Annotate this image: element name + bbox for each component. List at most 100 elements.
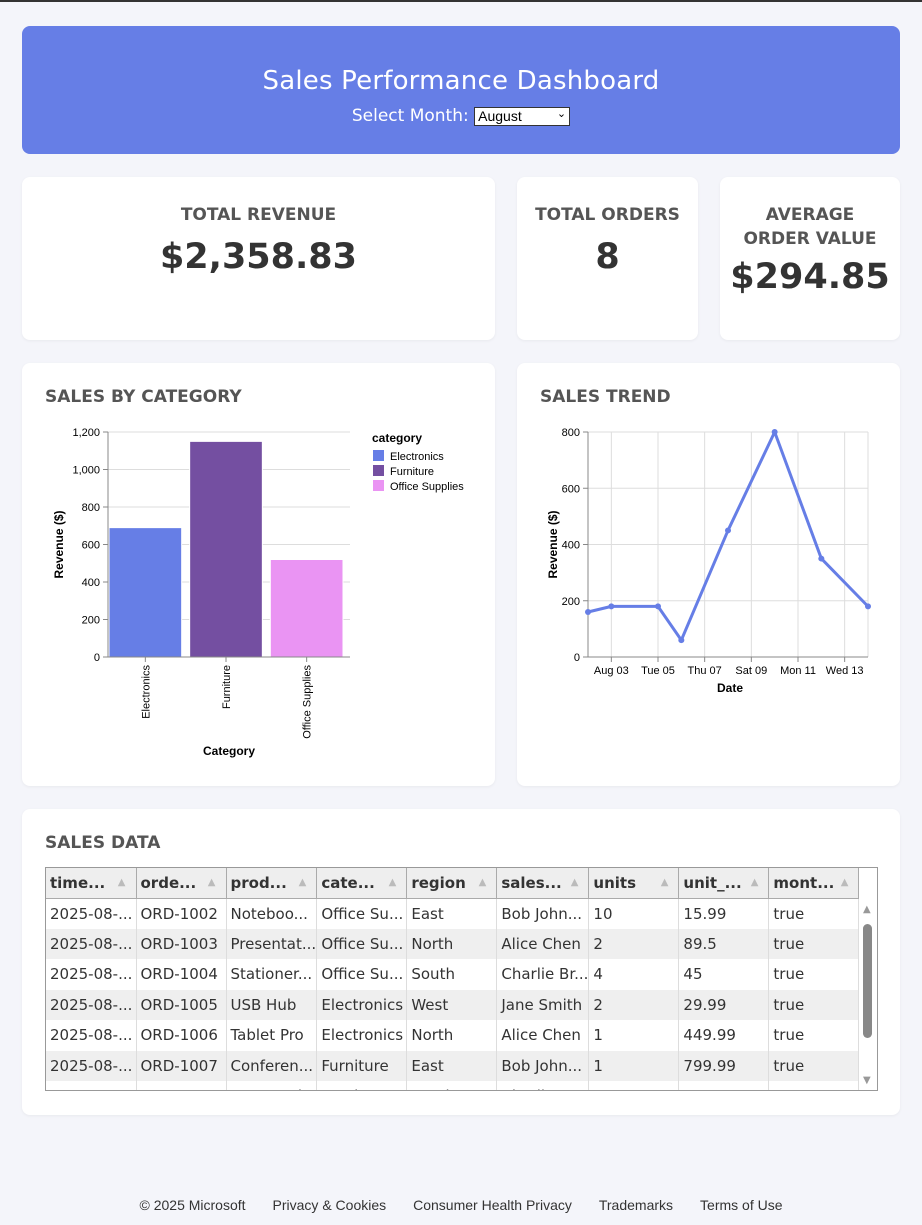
trend-data-point [678,637,685,644]
x-axis-title: Category [203,744,255,758]
sort-arrow-icon[interactable]: ▲ [571,877,579,888]
sort-arrow-icon[interactable]: ▲ [208,877,216,888]
table-cell: 2025-08-... [46,1020,137,1051]
sales-data-grid[interactable]: time... ▲ orde... ▲ prod... ▲ cate... ▲ region ▲ s… [45,867,878,1091]
footer-link[interactable]: Terms of Use [700,1197,782,1225]
sort-arrow-icon[interactable]: ▲ [751,877,759,888]
table-row[interactable]: 2025-08-... ORD-1006 Tablet Pro Electronics… [46,1020,860,1051]
legend-title: category [372,431,422,445]
y-tick-label: 400 [562,540,580,552]
column-header[interactable]: prod... ▲ [226,868,318,899]
x-tick-label: Mon 11 [780,665,816,677]
y-tick-label: 200 [82,615,100,627]
table-cell: 2025-08-... [46,898,137,929]
trend-data-point [818,555,825,562]
table-cell: East [406,898,498,929]
bar-office-supplies [269,559,344,658]
scrollbar-thumb[interactable] [863,924,872,1038]
trend-data-point [655,603,661,610]
column-header[interactable]: region ▲ [406,868,498,899]
x-tick-label: Wed 13 [826,665,864,677]
table-cell: 29.99 [678,989,770,1020]
table-cell: true [768,1081,860,1090]
bar-furniture [189,440,263,658]
month-select-wrapper: August ⌄ [474,106,571,126]
column-header[interactable]: sales... ▲ [496,868,590,899]
sort-arrow-icon[interactable]: ▲ [479,877,487,888]
month-select[interactable]: August [474,106,571,126]
table-row[interactable]: 2025-08-... ORD-1004 Stationer... Office Su… [46,959,860,990]
table-cell: 449.99 [678,1020,770,1051]
legend-label: Furniture [390,466,434,478]
column-header[interactable]: mont... ▲ [768,868,860,899]
page-footer: © 2025 Microsoft Privacy & Cookies Consume… [0,1187,922,1225]
y-axis-title: Revenue ($) [546,510,560,578]
footer-link[interactable]: Consumer Health Privacy [413,1197,572,1225]
footer-link[interactable]: Privacy & Cookies [273,1197,387,1225]
column-header-label: units [593,873,637,892]
copyright-text: © 2025 Microsoft [139,1197,246,1213]
table-cell: true [768,898,860,929]
table-cell: USB Hub [226,989,318,1020]
x-tick-label: Tue 05 [641,665,675,677]
table-cell: 2025-08-... [46,959,137,990]
dashboard-header: Sales Performance Dashboard Select Month… [22,26,900,154]
sort-arrow-icon[interactable]: ▲ [389,877,397,888]
table-row[interactable]: 2025-08-... ORD-1005 USB Hub Electronics Wes… [46,989,860,1020]
x-tick-label: Office Supplies [302,665,314,739]
table-cell: 799.99 [678,1050,770,1081]
kpi-value-average-order-value: $294.85 [730,257,890,297]
kpi-label-average-order-value: AVERAGE ORDER VALUE [720,203,900,251]
column-header-label: cate... [321,873,375,892]
table-cell: Tablet Pro [226,1020,318,1051]
table-cell: 15.99 [678,898,770,929]
table-cell: Office Su... [316,959,408,990]
table-cell: 10 [588,898,680,929]
column-header-label: prod... [230,873,287,892]
trend-data-point [865,603,871,610]
y-tick-label: 1,200 [72,427,100,439]
trend-series-line [587,430,870,642]
y-tick-label: 600 [562,483,580,495]
y-tick-label: 0 [574,652,580,664]
table-cell: Furniture [316,1050,408,1081]
table-row[interactable]: 2025-08-... ORD-1002 Noteboo... Office Su..… [46,898,860,929]
table-cell: ORD-1007 [136,1050,227,1081]
footer-link[interactable]: Trademarks [599,1197,673,1225]
column-header[interactable]: cate... ▲ [316,868,408,899]
sort-arrow-icon[interactable]: ▲ [661,877,669,888]
column-header[interactable]: unit_... ▲ [678,868,770,899]
column-header[interactable]: units ▲ [588,868,680,899]
table-row[interactable]: 2025-08-...ORD-1008Ergonomi...FurnitureS… [46,1081,860,1090]
column-header-label: time... [50,873,106,892]
sort-arrow-icon[interactable]: ▲ [118,877,126,888]
table-cell: true [768,959,860,990]
table-cell: West [406,989,498,1020]
table-cell: 4 [588,959,680,990]
column-header[interactable]: time... ▲ [46,868,137,899]
y-tick-label: 200 [562,596,580,608]
table-vertical-scrollbar[interactable]: ▲ ▼ [859,898,877,1090]
sort-arrow-icon[interactable]: ▲ [299,877,307,888]
kpi-value-total-revenue: $2,358.83 [159,237,358,277]
table-row[interactable]: 2025-08-... ORD-1007 Conferen... Furniture E… [46,1050,860,1081]
y-tick-label: 0 [94,652,100,664]
column-header[interactable]: orde... ▲ [136,868,227,899]
table-cell: 1 [588,1081,680,1090]
sort-arrow-icon[interactable]: ▲ [841,877,849,888]
y-tick-label: 400 [82,577,100,589]
table-cell: 2 [588,928,680,959]
table-cell: North [406,1020,498,1051]
bar-electronics [108,527,183,658]
table-cell: 2 [588,989,680,1020]
table-cell: Office Su... [316,898,408,929]
scroll-down-arrow-icon[interactable]: ▼ [863,1075,871,1086]
table-row[interactable]: 2025-08-... ORD-1003 Presentat... Office Su… [46,928,860,959]
table-cell: Charlie Br... [496,959,590,990]
y-tick-label: 800 [562,427,580,439]
table-cell: Jane Smith [496,989,590,1020]
x-tick-label: Thu 07 [688,665,722,677]
scroll-up-arrow-icon[interactable]: ▲ [863,904,871,915]
table-cell: ORD-1005 [136,989,227,1020]
table-cell: 2025-08-... [46,1081,137,1090]
